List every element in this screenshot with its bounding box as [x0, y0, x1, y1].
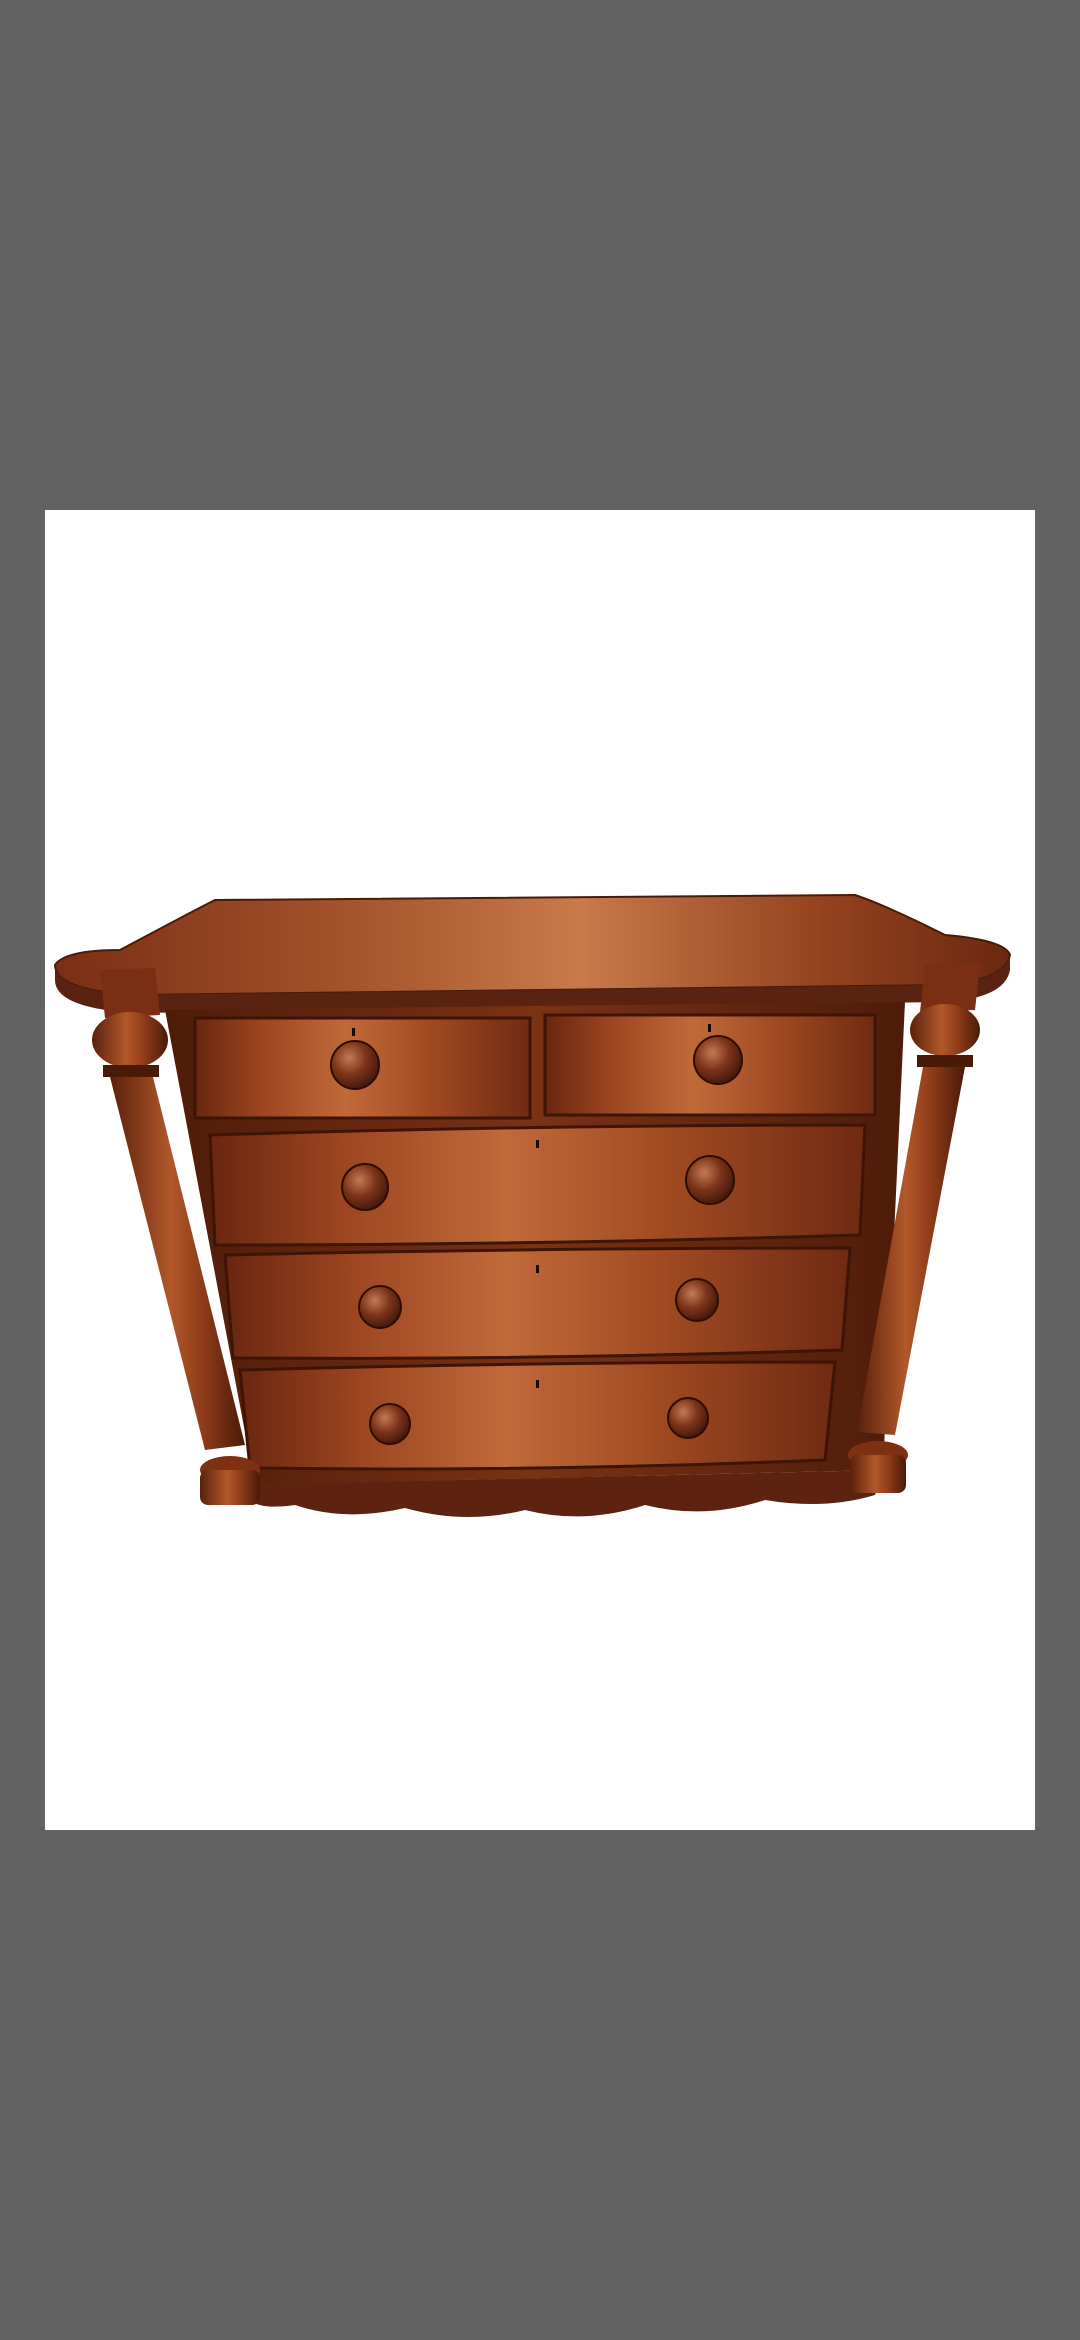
image-viewer [0, 0, 1080, 2340]
photo[interactable] [45, 510, 1035, 1830]
chest-of-drawers-photo [53, 893, 1012, 1518]
